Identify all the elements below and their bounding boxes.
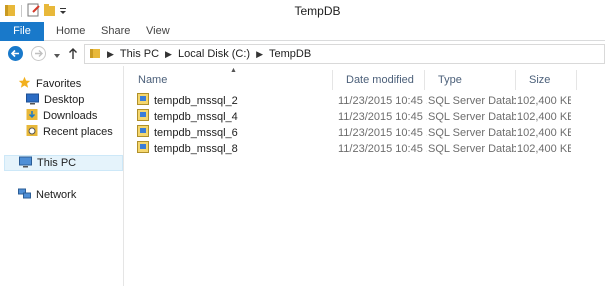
breadcrumb-local-disk[interactable]: Local Disk (C:) bbox=[178, 48, 250, 60]
file-list: ▲ Name Date modified Type Size tempdb_ms… bbox=[125, 66, 605, 286]
file-row[interactable]: tempdb_mssql_2 11/23/2015 10:45 ... SQL … bbox=[137, 93, 587, 109]
database-file-icon bbox=[137, 109, 149, 125]
tab-view[interactable]: View bbox=[146, 22, 170, 41]
file-date: 11/23/2015 10:45 ... bbox=[338, 127, 427, 139]
star-icon bbox=[18, 76, 31, 92]
column-header-name[interactable]: Name bbox=[125, 70, 333, 90]
desktop-icon bbox=[26, 93, 39, 108]
nav-recent-places[interactable]: Recent places bbox=[26, 124, 113, 140]
folder-icon bbox=[89, 47, 101, 62]
up-arrow-icon[interactable] bbox=[68, 47, 78, 63]
nav-desktop-label: Desktop bbox=[44, 94, 85, 106]
file-name: tempdb_mssql_4 bbox=[154, 111, 238, 123]
file-row[interactable]: tempdb_mssql_8 11/23/2015 10:45 ... SQL … bbox=[137, 141, 587, 157]
breadcrumb-chevron-icon[interactable]: ▶ bbox=[165, 49, 172, 60]
back-button[interactable] bbox=[8, 46, 23, 61]
file-name: tempdb_mssql_8 bbox=[154, 143, 238, 155]
nav-downloads-label: Downloads bbox=[43, 110, 98, 122]
nav-desktop[interactable]: Desktop bbox=[26, 92, 84, 108]
window-title: TempDB bbox=[294, 4, 341, 18]
nav-downloads[interactable]: Downloads bbox=[26, 108, 97, 124]
file-size: 102,400 KB bbox=[517, 111, 571, 123]
file-name-cell: tempdb_mssql_4 bbox=[137, 109, 332, 125]
breadcrumb-chevron-icon[interactable]: ▶ bbox=[107, 49, 114, 60]
file-name-cell: tempdb_mssql_6 bbox=[137, 125, 332, 141]
file-name: tempdb_mssql_6 bbox=[154, 127, 238, 139]
file-name: tempdb_mssql_2 bbox=[154, 95, 238, 107]
nav-recent-places-label: Recent places bbox=[43, 126, 113, 138]
file-type: SQL Server Databa... bbox=[428, 127, 516, 139]
title-bar: TempDB bbox=[0, 0, 605, 22]
navigation-pane: Favorites Desktop Downloads Recent place… bbox=[0, 66, 124, 286]
recent-places-icon bbox=[26, 124, 38, 140]
breadcrumb-this-pc[interactable]: This PC bbox=[120, 48, 159, 60]
file-size: 102,400 KB bbox=[517, 143, 571, 155]
column-header-size[interactable]: Size bbox=[516, 70, 577, 90]
file-size: 102,400 KB bbox=[517, 127, 571, 139]
file-row[interactable]: tempdb_mssql_6 11/23/2015 10:45 ... SQL … bbox=[137, 125, 587, 141]
file-row[interactable]: tempdb_mssql_4 11/23/2015 10:45 ... SQL … bbox=[137, 109, 587, 125]
column-header-date[interactable]: Date modified bbox=[333, 70, 425, 90]
nav-network[interactable]: Network bbox=[18, 187, 76, 203]
database-file-icon bbox=[137, 141, 149, 157]
column-header-type[interactable]: Type bbox=[425, 70, 516, 90]
tab-share[interactable]: Share bbox=[101, 22, 130, 41]
breadcrumb-tempdb[interactable]: TempDB bbox=[269, 48, 311, 60]
breadcrumb-chevron-icon[interactable]: ▶ bbox=[256, 49, 263, 60]
file-date: 11/23/2015 10:45 ... bbox=[338, 111, 427, 123]
database-file-icon bbox=[137, 93, 149, 109]
tab-file[interactable]: File bbox=[0, 22, 44, 41]
file-name-cell: tempdb_mssql_8 bbox=[137, 141, 332, 157]
nav-favorites[interactable]: Favorites bbox=[18, 76, 81, 92]
file-date: 11/23/2015 10:45 ... bbox=[338, 95, 427, 107]
nav-this-pc[interactable]: This PC bbox=[4, 155, 123, 171]
recent-locations-icon[interactable] bbox=[53, 50, 61, 62]
tab-home[interactable]: Home bbox=[56, 22, 85, 41]
file-size: 102,400 KB bbox=[517, 95, 571, 107]
forward-button[interactable] bbox=[31, 46, 46, 61]
file-type: SQL Server Databa... bbox=[428, 95, 516, 107]
downloads-icon bbox=[26, 108, 38, 124]
file-name-cell: tempdb_mssql_2 bbox=[137, 93, 332, 109]
nav-network-label: Network bbox=[36, 189, 77, 201]
ribbon-tab-bar: File Home Share View bbox=[0, 22, 605, 41]
computer-icon bbox=[19, 156, 32, 171]
file-date: 11/23/2015 10:45 ... bbox=[338, 143, 427, 155]
network-icon bbox=[18, 188, 31, 203]
file-type: SQL Server Databa... bbox=[428, 143, 516, 155]
nav-this-pc-label: This PC bbox=[37, 157, 77, 169]
address-bar[interactable]: ▶ This PC ▶ Local Disk (C:) ▶ TempDB bbox=[84, 44, 605, 64]
nav-favorites-label: Favorites bbox=[36, 78, 82, 90]
file-type: SQL Server Databa... bbox=[428, 111, 516, 123]
address-row: ▶ This PC ▶ Local Disk (C:) ▶ TempDB bbox=[0, 41, 605, 66]
database-file-icon bbox=[137, 125, 149, 141]
